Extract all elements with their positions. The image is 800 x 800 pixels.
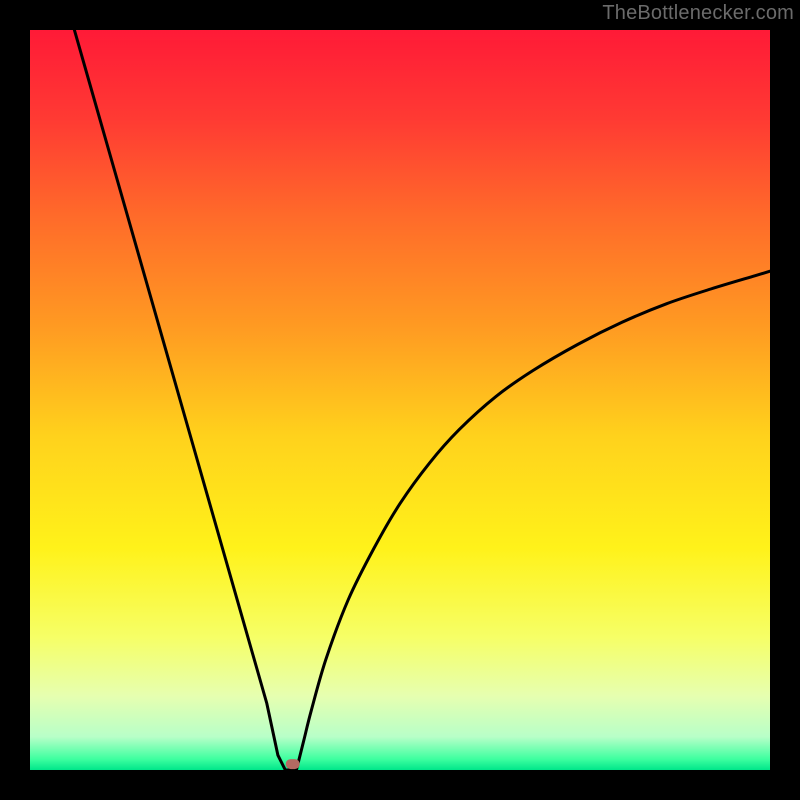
chart-frame: TheBottlenecker.com — [0, 0, 800, 800]
bottleneck-chart — [0, 0, 800, 800]
watermark-text: TheBottlenecker.com — [602, 2, 794, 25]
plot-background — [30, 30, 770, 770]
optimal-point-marker — [286, 759, 300, 769]
